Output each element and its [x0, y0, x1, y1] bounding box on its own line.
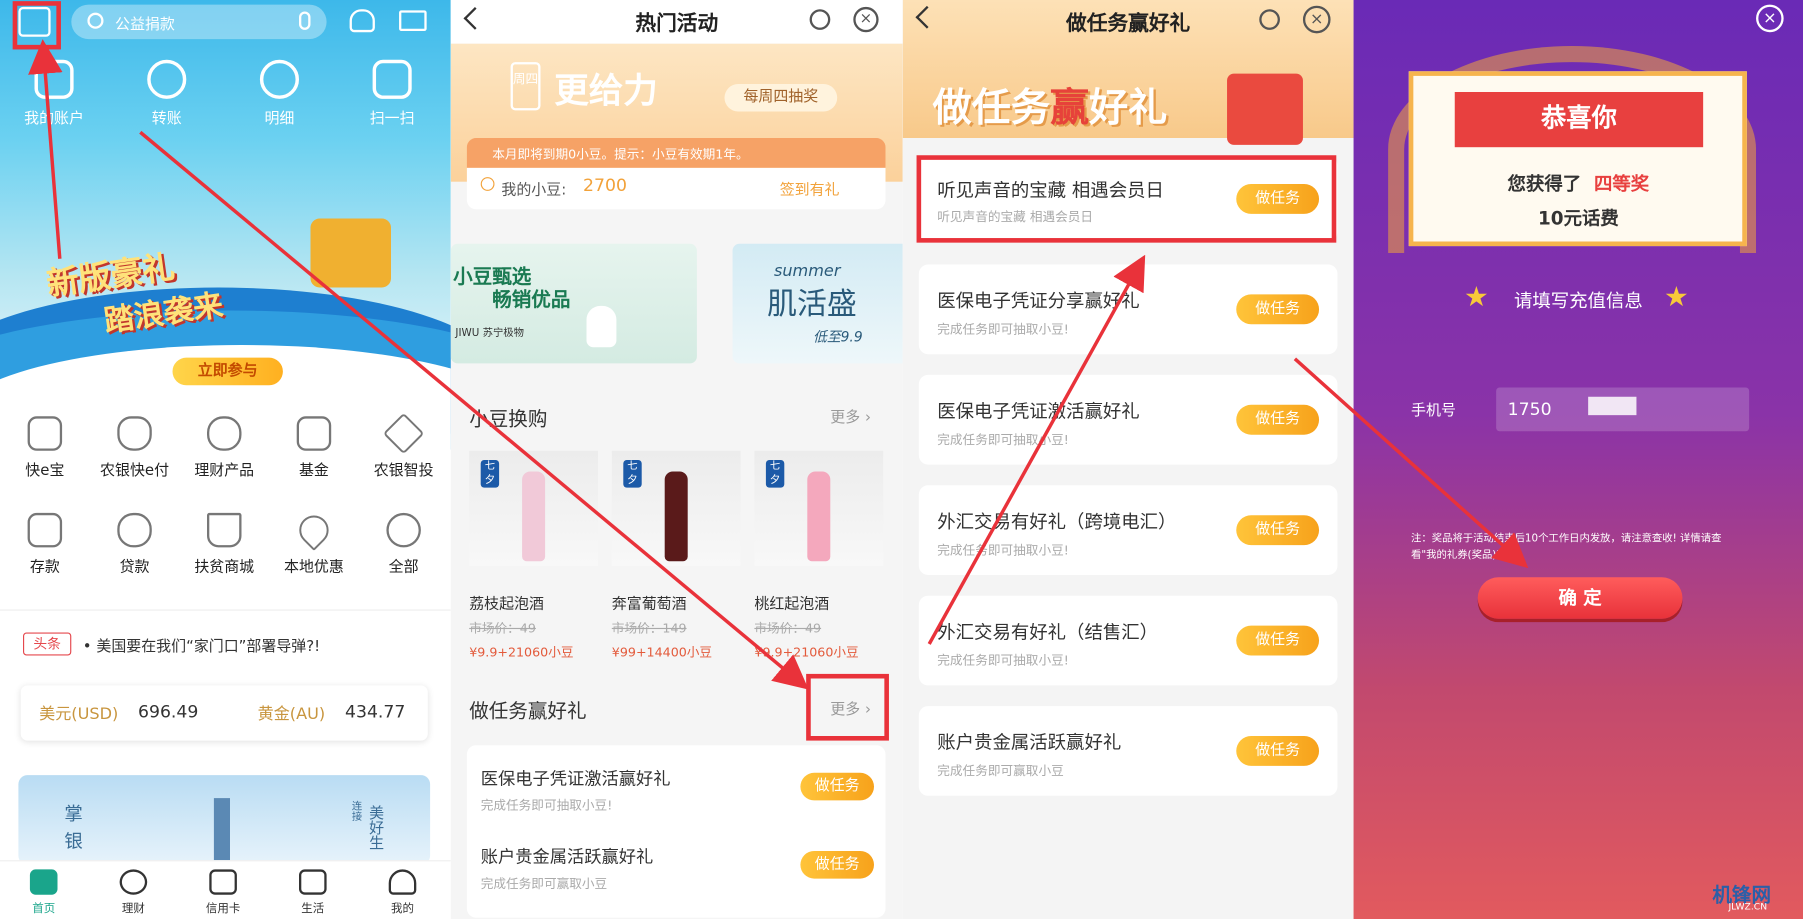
- arrow-to-prize: [1293, 357, 1529, 569]
- arrow-to-more: [139, 130, 809, 690]
- arrow-to-gift: [28, 39, 63, 259]
- annotation-arrows: [28, 39, 1529, 690]
- arrow-to-task: [927, 254, 1146, 645]
